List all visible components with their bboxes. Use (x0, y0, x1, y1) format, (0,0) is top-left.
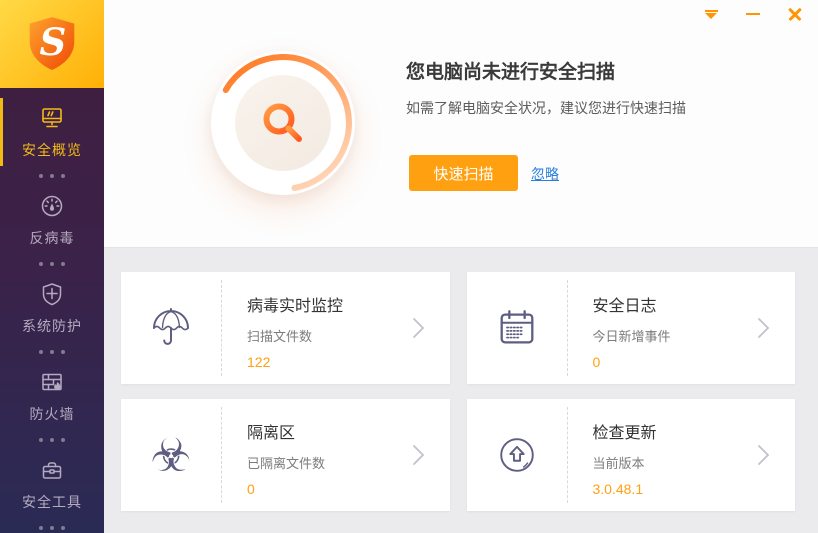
main-area: 您电脑尚未进行安全扫描 如需了解电脑安全状况，建议您进行快速扫描 快速扫描 忽略 (104, 0, 818, 533)
sidebar-item-system-protection[interactable]: 系统防护 (0, 272, 104, 344)
sidebar-item-firewall[interactable]: 防火墙 (0, 360, 104, 432)
card-title: 安全日志 (592, 298, 657, 315)
card-icon-zone: ☣ (121, 399, 221, 511)
sidebar-item-label: 安全概览 (22, 141, 82, 158)
titlebar-controls (698, 4, 808, 24)
sidebar-item-antivirus[interactable]: 反病毒 (0, 184, 104, 256)
sidebar-item-label: 系统防护 (22, 317, 82, 334)
gauge-icon (41, 195, 63, 216)
card-icon-zone (467, 272, 567, 384)
card-quarantine[interactable]: ☣ 隔离区 已隔离文件数 0 (121, 399, 450, 511)
sidebar-item-label: 反病毒 (29, 229, 75, 246)
hero-scan-section: 您电脑尚未进行安全扫描 如需了解电脑安全状况，建议您进行快速扫描 快速扫描 忽略 (104, 0, 818, 248)
calendar-icon (500, 310, 533, 344)
firewall-icon (42, 373, 62, 390)
card-title: 检查更新 (592, 425, 657, 442)
card-value: 0 (247, 481, 255, 497)
status-cards-grid: 病毒实时监控 扫描文件数 122 安全日志 今日新增事件 0 ☣ 隔离区 已隔离… (104, 248, 818, 533)
card-title: 病毒实时监控 (247, 298, 344, 315)
close-icon[interactable] (782, 4, 808, 24)
nav-separator-dots (0, 256, 104, 272)
chevron-right-icon[interactable] (412, 443, 426, 467)
card-value: 122 (247, 354, 271, 370)
sidebar-item-security-overview[interactable]: 安全概览 (0, 96, 104, 168)
card-icon-zone (121, 272, 221, 384)
scan-inner-circle (235, 75, 331, 171)
umbrella-icon (153, 308, 189, 345)
nav-separator-dots (0, 344, 104, 360)
sidebar-item-security-tools[interactable]: 安全工具 (0, 448, 104, 520)
card-title: 隔离区 (247, 425, 296, 442)
nav-separator-dots (0, 432, 104, 448)
scan-status-circle (211, 51, 355, 195)
chevron-right-icon[interactable] (757, 443, 771, 467)
ignore-link[interactable]: 忽略 (531, 164, 559, 184)
menu-arrow-icon[interactable] (698, 4, 724, 24)
chevron-right-icon[interactable] (412, 316, 426, 340)
card-value: 3.0.48.1 (592, 481, 644, 497)
sidebar-item-label: 安全工具 (22, 493, 82, 510)
magnifier-icon (263, 103, 302, 142)
monitor-icon (42, 107, 62, 127)
app-window: S 安全概览 反病毒 系统防护 防火墙 安全工具 您电脑尚未进行安全扫描 如需了… (0, 0, 818, 533)
shield-flame-logo-icon: S (29, 17, 75, 71)
nav-separator-dots (0, 520, 104, 533)
biohazard-icon: ☣ (150, 428, 192, 482)
card-realtime-monitor[interactable]: 病毒实时监控 扫描文件数 122 (121, 272, 450, 384)
sidebar-item-label: 防火墙 (29, 405, 75, 422)
sidebar-nav: 安全概览 反病毒 系统防护 防火墙 安全工具 (0, 88, 104, 533)
toolbox-icon (42, 461, 62, 479)
hero-title: 您电脑尚未进行安全扫描 (406, 62, 616, 83)
card-security-log[interactable]: 安全日志 今日新增事件 0 (466, 272, 795, 384)
nav-separator-dots (0, 168, 104, 184)
update-arrow-icon (499, 438, 534, 472)
minimize-icon[interactable] (740, 4, 766, 24)
card-value: 0 (592, 354, 601, 370)
sidebar: S 安全概览 反病毒 系统防护 防火墙 安全工具 (0, 0, 104, 533)
chevron-right-icon[interactable] (757, 316, 771, 340)
hero-subtitle: 如需了解电脑安全状况，建议您进行快速扫描 (406, 100, 686, 116)
shield-cross-icon (42, 282, 62, 305)
card-icon-zone (467, 399, 567, 511)
card-check-update[interactable]: 检查更新 当前版本 3.0.48.1 (466, 399, 795, 511)
quick-scan-button[interactable]: 快速扫描 (409, 155, 518, 191)
app-logo: S (0, 0, 104, 88)
svg-text:S: S (40, 20, 67, 64)
